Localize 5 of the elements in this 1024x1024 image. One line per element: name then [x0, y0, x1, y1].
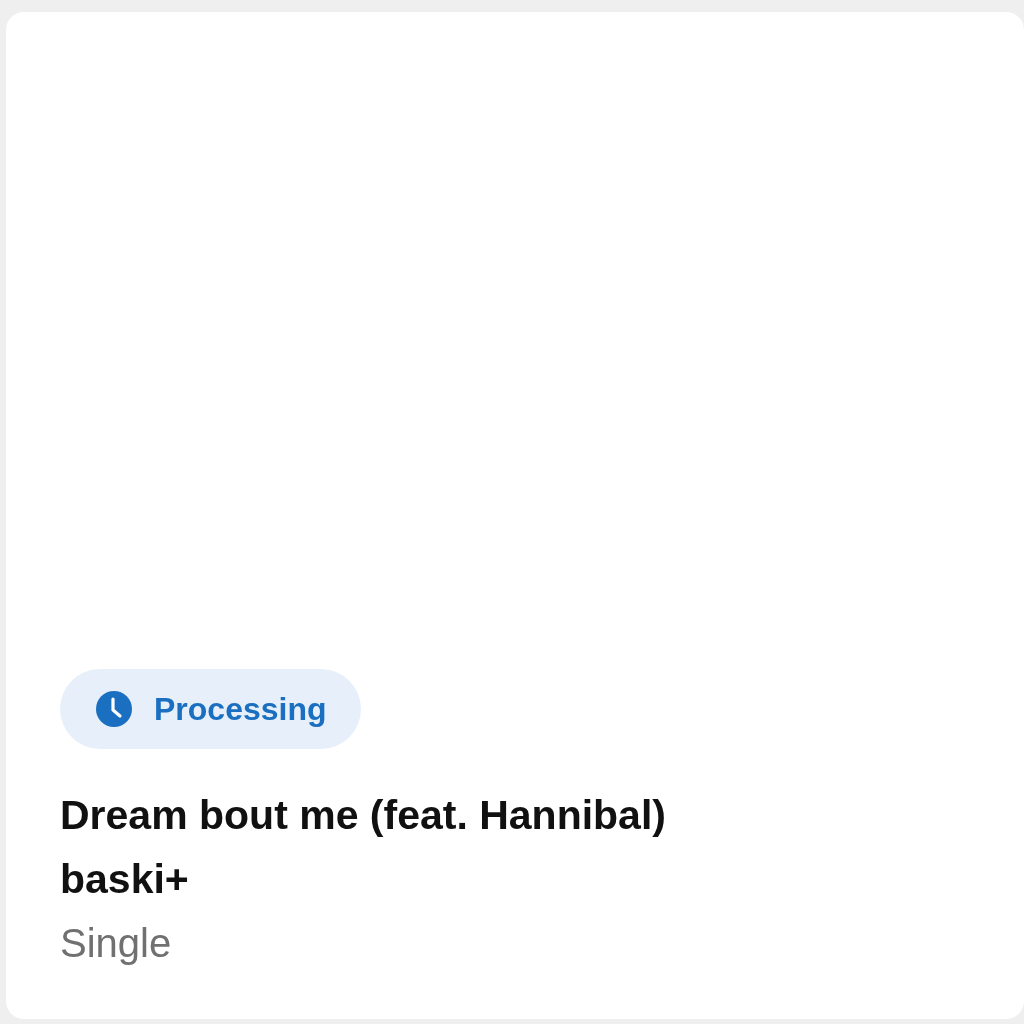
release-type: Single: [60, 920, 172, 967]
artist-name: baski+: [60, 855, 189, 904]
status-label: Processing: [154, 693, 327, 725]
clock-icon: [96, 691, 132, 727]
release-title: Dream bout me (feat. Hannibal): [60, 791, 666, 840]
